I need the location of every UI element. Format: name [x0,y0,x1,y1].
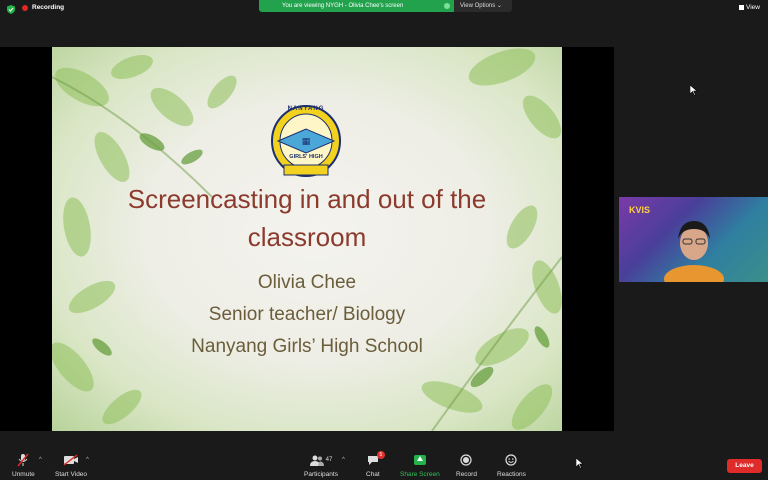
presentation-slide: ▦ NANYANG GIRLS' HIGH Screencasting in a… [52,47,562,431]
school-name: Nanyang Girls’ High School [191,336,423,357]
record-button[interactable]: Record [456,453,477,478]
share-screen-button[interactable]: Share Screen [400,453,440,478]
start-video-label: Start Video [55,471,88,478]
chat-button[interactable]: 5 Chat [366,451,385,478]
logo-text-bottom: GIRLS' HIGH [289,154,323,160]
leave-button[interactable]: Leave [727,459,762,473]
microphone-muted-icon [17,453,29,467]
view-label: View [746,4,760,11]
viewing-banner-text: You are viewing NYGH - Olivia Chee's scr… [259,0,454,12]
view-options-label: View Options [460,3,496,9]
top-bar: Recording You are viewing NYGH - Olivia … [0,0,768,18]
banner-label: You are viewing NYGH - Olivia Chee's scr… [282,3,404,9]
unmute-label: Unmute [12,471,35,478]
school-logo: ▦ [271,105,341,177]
participants-options-chevron-icon[interactable]: ^ [342,457,345,463]
audio-options-chevron-icon[interactable]: ^ [39,457,42,463]
reactions-label: Reactions [497,471,526,478]
view-grid-icon [739,5,745,10]
screen-share-status-icon [444,3,450,9]
view-options-button[interactable]: View Options ⌄ [454,0,512,12]
mouse-pointer-icon [690,85,698,96]
logo-text-top: NANYANG [287,106,325,112]
reactions-button[interactable]: Reactions [497,453,526,478]
participant-avatar [664,221,724,282]
participants-count: 47 [325,457,333,463]
participants-button[interactable]: 47 Participants [304,453,338,478]
video-off-icon [63,454,79,466]
recording-label: Recording [32,4,65,11]
presenter-role: Senior teacher/ Biology [208,304,406,325]
slide-title-line2: classroom [247,222,367,252]
participants-icon [309,455,324,466]
record-icon [460,454,473,466]
security-shield-icon[interactable] [7,5,15,14]
video-options-chevron-icon[interactable]: ^ [86,457,89,463]
viewing-banner: You are viewing NYGH - Olivia Chee's scr… [259,0,512,12]
share-screen-label: Share Screen [400,471,440,478]
recording-indicator[interactable]: Recording [22,4,64,11]
mouse-pointer-icon [576,458,584,469]
svg-text:▦: ▦ [302,137,311,147]
share-screen-icon [413,455,426,465]
reactions-smiley-icon [505,454,518,466]
kvis-brand-label: KVIS [629,205,651,215]
slide-title-line1: Screencasting in and out of the [127,184,487,214]
record-dot-icon [22,4,28,11]
unmute-button[interactable]: Unmute [12,453,35,478]
record-label: Record [456,471,477,478]
participants-label: Participants [304,471,338,478]
start-video-button[interactable]: Start Video [55,453,87,478]
view-button[interactable]: View [739,4,760,11]
chevron-down-icon: ⌄ [496,3,502,9]
chat-label: Chat [366,471,380,478]
participant-video-thumbnail[interactable]: KVIS [619,197,768,282]
chat-unread-badge: 5 [376,451,385,459]
presenter-name: Olivia Chee [257,272,357,293]
meeting-controls-bar: Unmute ^ Start Video ^ 47 Participants ^ [0,449,768,480]
shared-screen: ▦ NANYANG GIRLS' HIGH Screencasting in a… [0,47,614,431]
